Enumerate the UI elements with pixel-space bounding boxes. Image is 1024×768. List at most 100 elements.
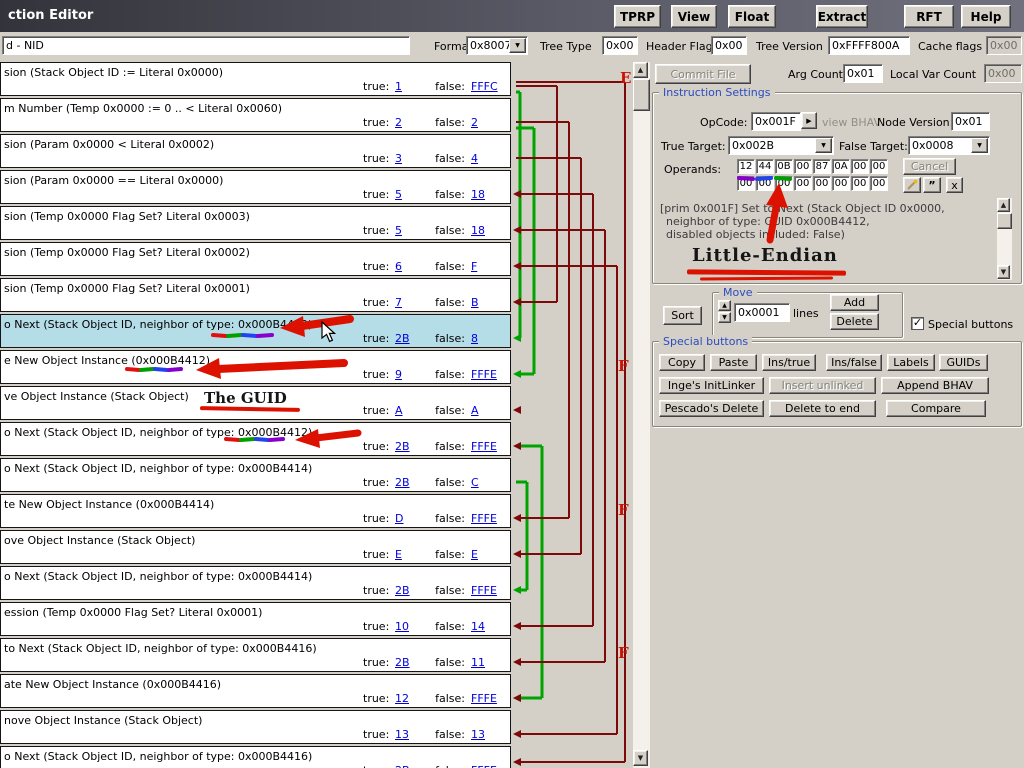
special-button-insert-unlinked[interactable]: Insert unlinked <box>769 377 876 394</box>
tree-type-value[interactable]: 0x00 <box>602 36 638 55</box>
true-target-link[interactable]: D <box>395 512 429 525</box>
tprp-button[interactable]: TPRP <box>614 5 661 28</box>
true-target-link[interactable]: 10 <box>395 620 429 633</box>
instruction-row-13[interactable]: ove Object Instance (Stack Object)true:E… <box>0 530 511 564</box>
instruction-row-3[interactable]: sion (Param 0x0000 == Literal 0x0000)tru… <box>0 170 511 204</box>
false-target-link[interactable]: 14 <box>471 620 485 633</box>
true-target-link[interactable]: 9 <box>395 368 429 381</box>
instruction-list[interactable]: sion (Stack Object ID := Literal 0x0000)… <box>0 62 512 768</box>
special-button-labels[interactable]: Labels <box>887 354 935 371</box>
false-target-link[interactable]: F <box>471 260 477 273</box>
header-flag-value[interactable]: 0x00 <box>711 36 747 55</box>
clear-button[interactable]: x <box>946 177 963 193</box>
spin-up-icon[interactable]: ▲ <box>718 300 731 311</box>
instruction-row-1[interactable]: m Number (Temp 0x0000 := 0 .. < Literal … <box>0 98 511 132</box>
false-target-link[interactable]: 18 <box>471 224 485 237</box>
operand-cell-0-5[interactable]: 0A <box>832 159 850 174</box>
special-button-ins-true[interactable]: Ins/true <box>762 354 816 371</box>
instruction-row-17[interactable]: ate New Object Instance (0x000B4416)true… <box>0 674 511 708</box>
scroll-down-icon[interactable]: ▼ <box>633 750 648 766</box>
operand-cell-1-6[interactable]: 00 <box>851 176 869 191</box>
false-target-link[interactable]: 4 <box>471 152 478 165</box>
special-button-delete-to-end[interactable]: Delete to end <box>769 400 876 417</box>
sort-button[interactable]: Sort <box>663 306 702 325</box>
operand-cell-1-1[interactable]: 00 <box>756 176 774 191</box>
special-button-guids[interactable]: GUIDs <box>939 354 988 371</box>
true-target-link[interactable]: 6 <box>395 260 429 273</box>
false-target-link[interactable]: FFFE <box>471 692 497 705</box>
instruction-row-6[interactable]: sion (Temp 0x0000 Flag Set? Literal 0x00… <box>0 278 511 312</box>
instruction-row-19[interactable]: o Next (Stack Object ID, neighbor of typ… <box>0 746 511 768</box>
true-target-link[interactable]: 2B <box>395 332 429 345</box>
operand-cell-1-0[interactable]: 00 <box>737 176 755 191</box>
operand-cell-0-1[interactable]: 44 <box>756 159 774 174</box>
operand-cell-1-3[interactable]: 00 <box>794 176 812 191</box>
false-target-link[interactable]: FFFE <box>471 512 497 525</box>
false-target-link[interactable]: 8 <box>471 332 478 345</box>
operand-cell-0-2[interactable]: 0B <box>775 159 793 174</box>
false-target-select[interactable]: 0x0008 ▼ <box>908 136 990 155</box>
false-target-link[interactable]: FFFE <box>471 764 497 768</box>
add-button[interactable]: Add <box>830 294 879 311</box>
special-button-compare[interactable]: Compare <box>886 400 986 417</box>
special-button-append-bhav[interactable]: Append BHAV <box>881 377 989 394</box>
true-target-link[interactable]: 2B <box>395 656 429 669</box>
operand-cell-0-7[interactable]: 00 <box>870 159 888 174</box>
instruction-row-8[interactable]: e New Object Instance (0x000B4412)true:9… <box>0 350 511 384</box>
special-button-paste[interactable]: Paste <box>710 354 757 371</box>
instruction-row-14[interactable]: o Next (Stack Object ID, neighbor of typ… <box>0 566 511 600</box>
false-target-link[interactable]: 2 <box>471 116 478 129</box>
float-button[interactable]: Float <box>728 5 776 28</box>
scroll-up-icon[interactable]: ▲ <box>633 62 648 78</box>
chevron-down-icon[interactable]: ▼ <box>509 38 526 53</box>
true-target-link[interactable]: A <box>395 404 429 417</box>
true-target-link[interactable]: E <box>395 548 429 561</box>
description-scrollbar[interactable]: ▲ ▼ <box>997 198 1012 280</box>
quote-button[interactable]: ” <box>923 177 941 193</box>
false-target-link[interactable]: E <box>471 548 478 561</box>
wizard-button[interactable] <box>903 177 921 193</box>
true-target-link[interactable]: 2B <box>395 764 429 768</box>
true-target-select[interactable]: 0x002B ▼ <box>728 136 834 155</box>
opcode-go-button[interactable]: ▶ <box>801 112 817 129</box>
scrollbar-thumb[interactable] <box>997 213 1012 229</box>
false-target-link[interactable]: 13 <box>471 728 485 741</box>
false-target-link[interactable]: C <box>471 476 479 489</box>
false-target-link[interactable]: A <box>471 404 479 417</box>
commit-file-button[interactable]: Commit File <box>655 64 751 84</box>
operand-cell-0-0[interactable]: 12 <box>737 159 755 174</box>
true-target-link[interactable]: 2 <box>395 116 429 129</box>
instruction-row-11[interactable]: o Next (Stack Object ID, neighbor of typ… <box>0 458 511 492</box>
extract-button[interactable]: Extract <box>816 5 868 28</box>
scrollbar-thumb[interactable] <box>633 79 650 111</box>
view-button[interactable]: View <box>671 5 717 28</box>
operand-cell-1-4[interactable]: 00 <box>813 176 831 191</box>
delete-button[interactable]: Delete <box>830 313 879 330</box>
instruction-row-16[interactable]: to Next (Stack Object ID, neighbor of ty… <box>0 638 511 672</box>
true-target-link[interactable]: 12 <box>395 692 429 705</box>
window-titlebar[interactable]: ction Editor <box>0 0 1024 32</box>
false-target-link[interactable]: FFFE <box>471 584 497 597</box>
instruction-row-18[interactable]: nove Object Instance (Stack Object)true:… <box>0 710 511 744</box>
operand-cell-1-2[interactable]: 00 <box>775 176 793 191</box>
instruction-row-10[interactable]: o Next (Stack Object ID, neighbor of typ… <box>0 422 511 456</box>
instruction-row-5[interactable]: sion (Temp 0x0000 Flag Set? Literal 0x00… <box>0 242 511 276</box>
format-select[interactable]: 0x8007 ▼ <box>466 36 528 55</box>
false-target-link[interactable]: 11 <box>471 656 485 669</box>
true-target-link[interactable]: 3 <box>395 152 429 165</box>
instruction-row-15[interactable]: ession (Temp 0x0000 Flag Set? Literal 0x… <box>0 602 511 636</box>
filename-input[interactable] <box>2 36 410 55</box>
false-target-link[interactable]: 18 <box>471 188 485 201</box>
operand-cell-0-4[interactable]: 87 <box>813 159 831 174</box>
tree-version-value[interactable]: 0xFFFF800A <box>828 36 910 55</box>
instruction-row-12[interactable]: te New Object Instance (0x000B4414)true:… <box>0 494 511 528</box>
help-button[interactable]: Help <box>961 5 1011 28</box>
special-button-copy[interactable]: Copy <box>659 354 705 371</box>
false-target-link[interactable]: FFFE <box>471 440 497 453</box>
special-button-ins-false[interactable]: Ins/false <box>826 354 882 371</box>
opcode-value[interactable]: 0x001F <box>751 112 801 131</box>
node-version-value[interactable]: 0x01 <box>951 112 990 131</box>
true-target-link[interactable]: 7 <box>395 296 429 309</box>
true-target-link[interactable]: 2B <box>395 584 429 597</box>
operand-cell-1-7[interactable]: 00 <box>870 176 888 191</box>
